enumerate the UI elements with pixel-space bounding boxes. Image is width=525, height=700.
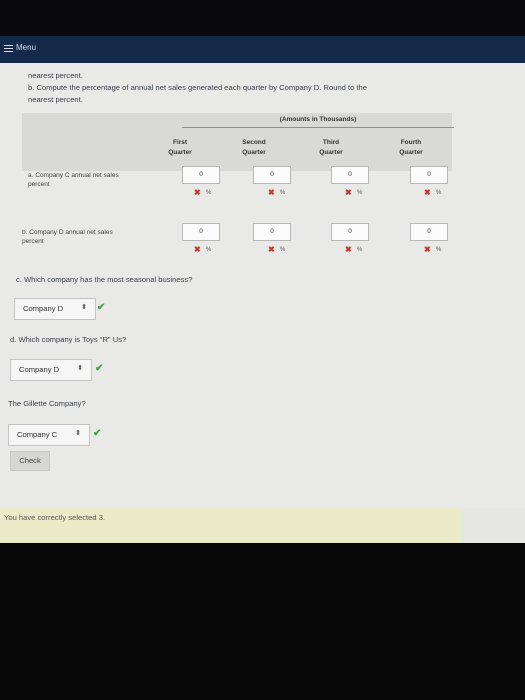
instruction-line-2: b. Compute the percentage of annual net … — [28, 83, 367, 92]
row-label-company-c: a. Company C annual net sales percent — [28, 172, 119, 188]
company-d-q1-input[interactable]: 0 — [182, 223, 220, 241]
question-gillette-selected-value: Company C — [17, 430, 58, 439]
company-d-q3-input[interactable]: 0 — [331, 223, 369, 241]
menu-label[interactable]: Menu — [16, 43, 36, 52]
question-c-selected-value: Company D — [23, 304, 64, 313]
incorrect-x-icon: ✖ — [268, 188, 275, 197]
row-label-company-d: b. Company D annual net sales percent — [22, 229, 113, 245]
question-d-text: d. Which company is Toys "R" Us? — [10, 335, 127, 344]
column-header-first-quarter: First Quarter — [168, 139, 192, 156]
column-header-fourth-quarter: Fourth Quarter — [399, 139, 423, 156]
correct-check-icon: ✔ — [93, 428, 102, 439]
question-panel: nearest percent. b. Compute the percenta… — [0, 63, 525, 543]
select-caret-icon: ⬍ — [81, 304, 87, 311]
incorrect-x-icon: ✖ — [345, 245, 352, 254]
question-c-select[interactable]: Company D ⬍ — [14, 298, 96, 320]
question-d-selected-value: Company D — [19, 365, 60, 374]
select-caret-icon: ⬍ — [75, 430, 81, 437]
incorrect-x-icon: ✖ — [268, 245, 275, 254]
percent-sign: % — [436, 247, 442, 253]
menu-bar: Menu — [0, 36, 525, 63]
percent-sign: % — [280, 190, 286, 196]
top-dark-strip — [0, 0, 525, 36]
question-d-select[interactable]: Company D ⬍ — [10, 359, 92, 381]
company-c-q1-input[interactable]: 0 — [182, 166, 220, 184]
percent-sign: % — [357, 190, 363, 196]
question-gillette-text: The Gillette Company? — [8, 399, 86, 408]
amounts-header: (Amounts in Thousands) — [279, 116, 357, 123]
column-header-second-quarter: Second Quarter — [242, 139, 266, 156]
instruction-line-3: nearest percent. — [28, 95, 83, 104]
percent-sign: % — [436, 190, 442, 196]
company-d-q2-input[interactable]: 0 — [253, 223, 291, 241]
feedback-text: You have correctly selected 3. — [4, 513, 106, 522]
company-d-q4-input[interactable]: 0 — [410, 223, 448, 241]
company-c-q4-input[interactable]: 0 — [410, 166, 448, 184]
company-c-q3-input[interactable]: 0 — [331, 166, 369, 184]
company-c-q2-input[interactable]: 0 — [253, 166, 291, 184]
feedback-banner: You have correctly selected 3. — [0, 508, 462, 543]
header-divider — [182, 127, 454, 128]
hamburger-menu-icon[interactable] — [4, 45, 13, 52]
percent-sign: % — [357, 247, 363, 253]
incorrect-x-icon: ✖ — [194, 188, 201, 197]
check-button[interactable]: Check — [10, 451, 50, 471]
percent-sign: % — [206, 247, 212, 253]
correct-check-icon: ✔ — [97, 302, 106, 313]
percent-sign: % — [206, 190, 212, 196]
question-gillette-select[interactable]: Company C ⬍ — [8, 424, 90, 446]
incorrect-x-icon: ✖ — [424, 245, 431, 254]
incorrect-x-icon: ✖ — [345, 188, 352, 197]
incorrect-x-icon: ✖ — [194, 245, 201, 254]
correct-check-icon: ✔ — [95, 363, 104, 374]
incorrect-x-icon: ✖ — [424, 188, 431, 197]
column-header-third-quarter: Third Quarter — [319, 139, 343, 156]
feedback-right-area — [462, 508, 525, 543]
instruction-line-1: nearest percent. — [28, 71, 83, 80]
question-c-text: c. Which company has the most seasonal b… — [16, 275, 193, 284]
select-caret-icon: ⬍ — [77, 365, 83, 372]
percent-sign: % — [280, 247, 286, 253]
